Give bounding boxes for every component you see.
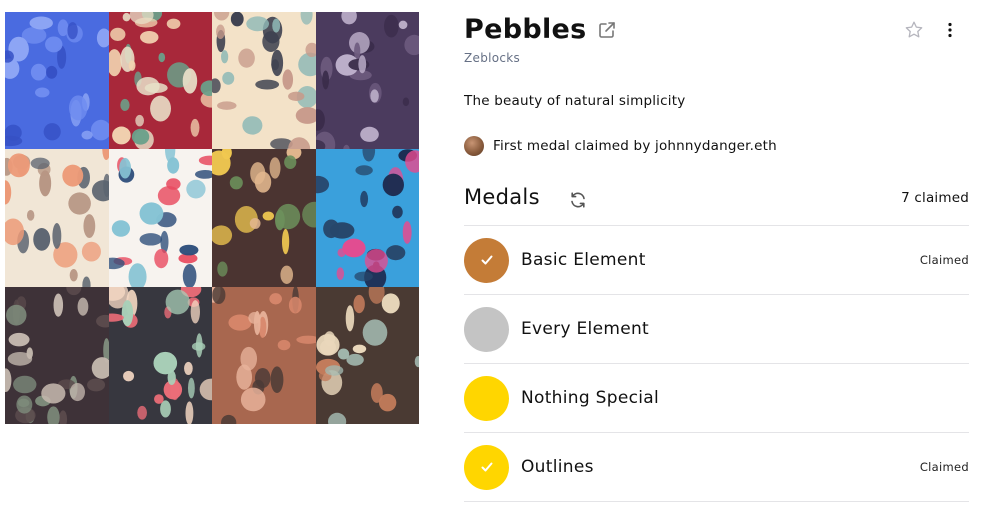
medal-badge: [464, 444, 509, 490]
artwork-tile: [5, 286, 109, 424]
check-icon: [481, 255, 492, 265]
medal-badge: [464, 375, 509, 421]
artwork-tile: [315, 12, 419, 150]
medal-row[interactable]: Outlines Claimed: [464, 432, 969, 502]
more-options-icon[interactable]: [942, 20, 958, 40]
medals-heading: Medals: [464, 185, 540, 209]
medal-list: Basic Element Claimed Every Element Noth…: [464, 225, 969, 502]
collection-title: Pebbles: [464, 14, 587, 45]
refresh-icon[interactable]: [568, 190, 588, 210]
creator-name[interactable]: Zeblocks: [464, 51, 520, 65]
check-icon: [481, 462, 492, 472]
title-row: Pebbles: [464, 14, 617, 45]
artwork-tile: [108, 12, 212, 150]
medal-status: Claimed: [919, 253, 969, 267]
star-icon[interactable]: [904, 20, 924, 40]
artwork-tile: [315, 286, 419, 424]
artwork-tile: [5, 12, 109, 150]
avatar[interactable]: [464, 136, 484, 156]
medal-status: Claimed: [919, 460, 969, 474]
collection-details-panel: Pebbles Zeblocks The beauty of natural s…: [464, 0, 969, 520]
medal-row[interactable]: Every Element: [464, 294, 969, 363]
claimed-count: 7 claimed: [901, 190, 969, 206]
medal-badge: [464, 237, 509, 283]
medal-row[interactable]: Basic Element Claimed: [464, 225, 969, 294]
medal-row[interactable]: Nothing Special: [464, 363, 969, 432]
medal-name: Outlines: [521, 457, 594, 477]
collection-description: The beauty of natural simplicity: [464, 93, 686, 109]
artwork-tile: [212, 286, 316, 424]
artwork-tile: [212, 149, 316, 287]
medal-name: Every Element: [521, 319, 649, 339]
artwork-tile: [315, 149, 419, 287]
first-medal-claim: First medal claimed by johnnydanger.eth: [464, 136, 777, 156]
medal-badge: [464, 306, 509, 352]
artwork-tile: [108, 149, 212, 287]
artwork-tile: [108, 286, 212, 424]
artwork-tile: [212, 12, 316, 150]
medal-name: Basic Element: [521, 250, 646, 270]
artwork-tile: [5, 149, 109, 287]
medals-header: Medals 7 claimed: [464, 185, 969, 215]
external-link-icon[interactable]: [597, 20, 617, 40]
collection-artwork[interactable]: [5, 12, 419, 424]
medal-name: Nothing Special: [521, 388, 660, 408]
first-medal-text: First medal claimed by johnnydanger.eth: [493, 138, 777, 154]
